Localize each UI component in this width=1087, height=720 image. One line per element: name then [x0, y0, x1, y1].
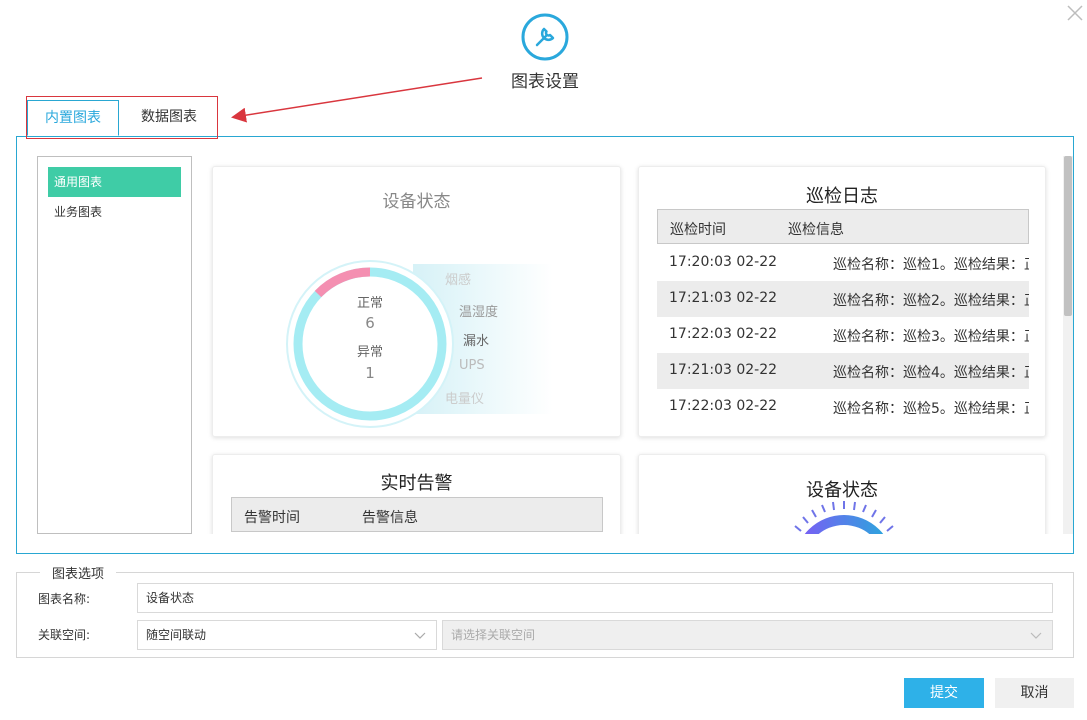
gauge-chart [794, 501, 894, 534]
column-header: 告警信息 [362, 510, 418, 526]
chart-preview-area: 设备状态 烟感 温湿度 漏水 UPS 电量仪 正常 6 异常 1 巡检日志 巡检… [200, 156, 1062, 534]
chart-card-realtime-alarm[interactable]: 实时告警 告警时间 告警信息 [212, 454, 621, 534]
column-header: 巡检信息 [788, 222, 844, 238]
table-header: 巡检时间 巡检信息 [657, 209, 1029, 244]
annotation-arrow [231, 77, 483, 123]
annotation-highlight-box [26, 96, 218, 139]
column-header: 巡检时间 [670, 222, 726, 238]
table-row: 17:22:03 02-22 巡检名称：巡检5。巡检结果：正 [657, 389, 1029, 425]
type-label: UPS [459, 358, 485, 373]
category-item-business[interactable]: 业务图表 [48, 197, 181, 227]
row-time: 17:22:03 02-22 [669, 398, 778, 414]
dialog-title: 图表设置 [511, 72, 579, 92]
row-time: 17:21:03 02-22 [669, 290, 778, 306]
wrench-icon [520, 12, 570, 62]
row-time: 17:20:03 02-22 [669, 254, 778, 270]
row-time: 17:21:03 02-22 [669, 362, 778, 378]
card-title: 实时告警 [380, 473, 453, 494]
category-list: 通用图表 业务图表 [37, 156, 192, 534]
chart-card-device-status[interactable]: 设备状态 烟感 温湿度 漏水 UPS 电量仪 正常 6 异常 1 [212, 166, 621, 437]
card-title: 设备状态 [382, 192, 451, 212]
space-mode-value: 随空间联动 [146, 628, 207, 642]
normal-value: 6 [365, 314, 375, 332]
submit-button[interactable]: 提交 [904, 678, 984, 708]
normal-label: 正常 [356, 296, 383, 311]
category-item-general[interactable]: 通用图表 [48, 167, 181, 197]
card-title: 巡检日志 [806, 186, 878, 207]
table-row: 17:21:03 02-22 巡检名称：巡检2。巡检结果：正 [657, 281, 1029, 317]
table-header: 告警时间 告警信息 [231, 497, 603, 532]
abnormal-value: 1 [365, 364, 375, 382]
row-time: 17:22:03 02-22 [669, 326, 778, 342]
cancel-button[interactable]: 取消 [995, 678, 1074, 708]
type-label: 漏水 [463, 334, 490, 349]
linked-space-label: 关联空间: [38, 628, 91, 642]
row-info: 巡检名称：巡检1。巡检结果：正 [833, 257, 1029, 273]
space-mode-select[interactable]: 随空间联动 [137, 620, 437, 650]
type-label: 温湿度 [459, 305, 499, 320]
chart-options-legend: 图表选项 [40, 563, 117, 582]
chart-name-label: 图表名称: [38, 592, 91, 606]
table-row: 17:21:03 02-22 巡检名称：巡检4。巡检结果：正 [657, 353, 1029, 389]
table-row: 17:22:03 02-22 巡检名称：巡检3。巡检结果：正 [657, 317, 1029, 353]
close-icon[interactable] [1066, 4, 1084, 22]
chart-card-patrol-log[interactable]: 巡检日志 巡检时间 巡检信息 17:20:03 02-22 巡检名称：巡检1。巡… [638, 166, 1046, 437]
row-info: 巡检名称：巡检3。巡检结果：正 [833, 329, 1029, 345]
linked-space-select[interactable]: 请选择关联空间 [442, 620, 1053, 650]
preview-scrollbar-thumb[interactable] [1064, 156, 1072, 316]
linked-space-placeholder: 请选择关联空间 [451, 628, 536, 642]
chevron-down-icon [414, 632, 426, 639]
row-info: 巡检名称：巡检2。巡检结果：正 [833, 293, 1029, 309]
abnormal-label: 异常 [356, 345, 383, 360]
chart-card-device-status-gauge[interactable]: 设备状态 [638, 454, 1046, 534]
chart-name-field[interactable]: 设备状态 [137, 583, 1053, 613]
column-header: 告警时间 [244, 510, 300, 526]
row-info: 巡检名称：巡检5。巡检结果：正 [833, 401, 1029, 417]
chevron-down-icon [1030, 632, 1042, 639]
table-row: 17:20:03 02-22 巡检名称：巡检1。巡检结果：正 [657, 245, 1029, 281]
row-info: 巡检名称：巡检4。巡检结果：正 [833, 365, 1029, 381]
